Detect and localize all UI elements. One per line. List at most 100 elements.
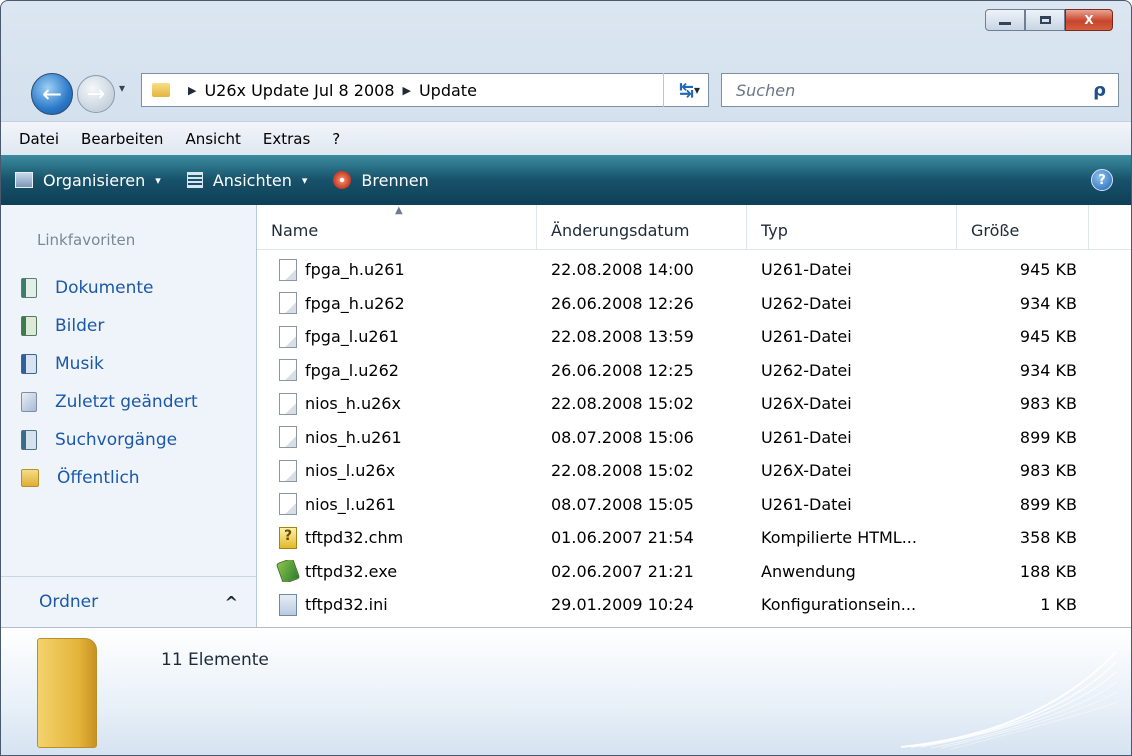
table-row[interactable]: nios_h.u261 08.07.2008 15:06 U261-Datei … (257, 421, 1131, 455)
file-size: 945 KB (1019, 260, 1077, 280)
organize-button[interactable]: Organisieren ▾ (15, 171, 161, 190)
menu-help[interactable]: ? (332, 130, 340, 148)
search-input[interactable]: Suchen (722, 81, 795, 100)
recent-icon (21, 392, 37, 412)
caption-buttons: X (985, 9, 1113, 31)
address-bar[interactable]: ▶ U26x Update Jul 8 2008 ▶ Update ▾ (141, 73, 709, 107)
close-button[interactable]: X (1065, 9, 1113, 31)
file-size: 1 KB (1040, 595, 1077, 615)
file-date: 01.06.2007 21:54 (551, 528, 694, 548)
file-date: 22.08.2008 14:00 (551, 260, 694, 280)
nav-item-pictures[interactable]: Bilder (21, 307, 198, 345)
decorative-swoosh (900, 651, 1119, 750)
menu-tools[interactable]: Extras (263, 130, 310, 148)
table-row[interactable]: fpga_h.u261 22.08.2008 14:00 U261-Datei … (257, 253, 1131, 287)
documents-icon (21, 278, 37, 298)
column-header-name[interactable]: ▲ Name (257, 205, 537, 249)
file-type: Kompilierte HTML... (761, 528, 917, 548)
refresh-button[interactable]: ↹ (663, 73, 709, 107)
column-header-date[interactable]: Änderungsdatum (537, 205, 747, 249)
column-header-size[interactable]: Größe (957, 205, 1089, 249)
nav-item-label: Zuletzt geändert (55, 392, 198, 412)
file-date: 22.08.2008 15:02 (551, 394, 694, 414)
forward-button[interactable]: → (77, 75, 115, 113)
file-name: tftpd32.chm (305, 528, 404, 548)
table-row[interactable]: tftpd32.chm 01.06.2007 21:54 Kompilierte… (257, 521, 1131, 555)
file-name: nios_l.u26x (305, 461, 396, 481)
breadcrumb-item-update[interactable]: Update (419, 81, 477, 100)
file-name: fpga_h.u262 (305, 293, 405, 313)
nav-item-music[interactable]: Musik (21, 345, 198, 383)
title-bar[interactable]: X (1, 1, 1131, 61)
menu-edit[interactable]: Bearbeiten (81, 130, 163, 148)
back-button[interactable]: ← (31, 73, 73, 115)
chevron-up-icon: ^ (224, 592, 238, 612)
table-row[interactable]: tftpd32.ini 29.01.2009 10:24 Konfigurati… (257, 588, 1131, 622)
recent-pages-button[interactable]: ▾ (119, 81, 125, 95)
breadcrumb-item-u26x-update[interactable]: U26x Update Jul 8 2008 (204, 81, 394, 100)
table-row[interactable]: tftpd32.exe 02.06.2007 21:21 Anwendung 1… (257, 555, 1131, 589)
views-button[interactable]: Ansichten ▾ (186, 171, 307, 190)
burn-button[interactable]: Brennen (333, 171, 429, 190)
maximize-button[interactable] (1025, 9, 1065, 31)
nav-item-label: Öffentlich (57, 468, 140, 488)
folder-icon (37, 638, 97, 748)
file-size: 899 KB (1019, 427, 1077, 447)
file-size: 934 KB (1019, 360, 1077, 380)
column-headers: ▲ Name Änderungsdatum Typ Größe (257, 205, 1131, 250)
favorite-links-header: Linkfavoriten (37, 231, 136, 249)
search-box[interactable]: Suchen ρ (721, 73, 1119, 107)
nav-item-public[interactable]: Öffentlich (21, 459, 198, 497)
table-row[interactable]: nios_l.u26x 22.08.2008 15:02 U26X-Datei … (257, 454, 1131, 488)
blank-file-icon (279, 359, 297, 382)
chevron-down-icon: ▾ (119, 81, 126, 95)
folders-toggle[interactable]: Ordner ^ (1, 576, 256, 627)
file-name: tftpd32.ini (305, 595, 388, 615)
file-type: Konfigurationsein... (761, 595, 917, 615)
settings-file-icon (279, 593, 297, 616)
music-icon (21, 354, 37, 374)
column-header-type[interactable]: Typ (747, 205, 957, 249)
file-date: 08.07.2008 15:05 (551, 494, 694, 514)
nav-item-label: Dokumente (55, 278, 154, 298)
file-date: 22.08.2008 13:59 (551, 327, 694, 347)
blank-file-icon (279, 426, 297, 449)
file-date: 26.06.2008 12:26 (551, 293, 694, 313)
pictures-icon (21, 316, 37, 336)
file-name: nios_h.u26x (305, 394, 401, 414)
file-date: 22.08.2008 15:02 (551, 461, 694, 481)
file-list: ▲ Name Änderungsdatum Typ Größe fpga_h.u… (257, 205, 1131, 627)
nav-item-label: Musik (55, 354, 104, 374)
file-size: 945 KB (1019, 327, 1077, 347)
file-rows: fpga_h.u261 22.08.2008 14:00 U261-Datei … (257, 253, 1131, 622)
file-name: fpga_l.u262 (305, 360, 399, 380)
table-row[interactable]: nios_l.u261 08.07.2008 15:05 U261-Datei … (257, 488, 1131, 522)
file-type: U261-Datei (761, 327, 852, 347)
menu-view[interactable]: Ansicht (185, 130, 240, 148)
close-icon: X (1084, 13, 1094, 27)
table-row[interactable]: nios_h.u26x 22.08.2008 15:02 U26X-Datei … (257, 387, 1131, 421)
file-size: 983 KB (1019, 461, 1077, 481)
blank-file-icon (279, 493, 297, 516)
table-row[interactable]: fpga_h.u262 26.06.2008 12:26 U262-Datei … (257, 287, 1131, 321)
table-row[interactable]: fpga_l.u261 22.08.2008 13:59 U261-Datei … (257, 320, 1131, 354)
breadcrumb-separator-icon[interactable]: ▶ (188, 84, 196, 97)
chm-help-file-icon (279, 526, 297, 549)
breadcrumb-separator-icon[interactable]: ▶ (403, 84, 411, 97)
file-date: 02.06.2007 21:21 (551, 561, 694, 581)
file-type: U261-Datei (761, 427, 852, 447)
maximize-icon (1039, 16, 1051, 24)
nav-item-searches[interactable]: Suchvorgänge (21, 421, 198, 459)
nav-item-recently-changed[interactable]: Zuletzt geändert (21, 383, 198, 421)
organize-icon (15, 172, 33, 188)
file-type: U262-Datei (761, 360, 852, 380)
nav-item-documents[interactable]: Dokumente (21, 269, 198, 307)
column-header-label: Typ (761, 221, 788, 240)
blank-file-icon (279, 325, 297, 348)
search-icon[interactable]: ρ (1093, 80, 1106, 101)
table-row[interactable]: fpga_l.u262 26.06.2008 12:25 U262-Datei … (257, 354, 1131, 388)
minimize-button[interactable] (985, 9, 1025, 31)
help-icon[interactable]: ? (1091, 169, 1113, 191)
menu-file[interactable]: Datei (19, 130, 59, 148)
blank-file-icon (279, 459, 297, 482)
